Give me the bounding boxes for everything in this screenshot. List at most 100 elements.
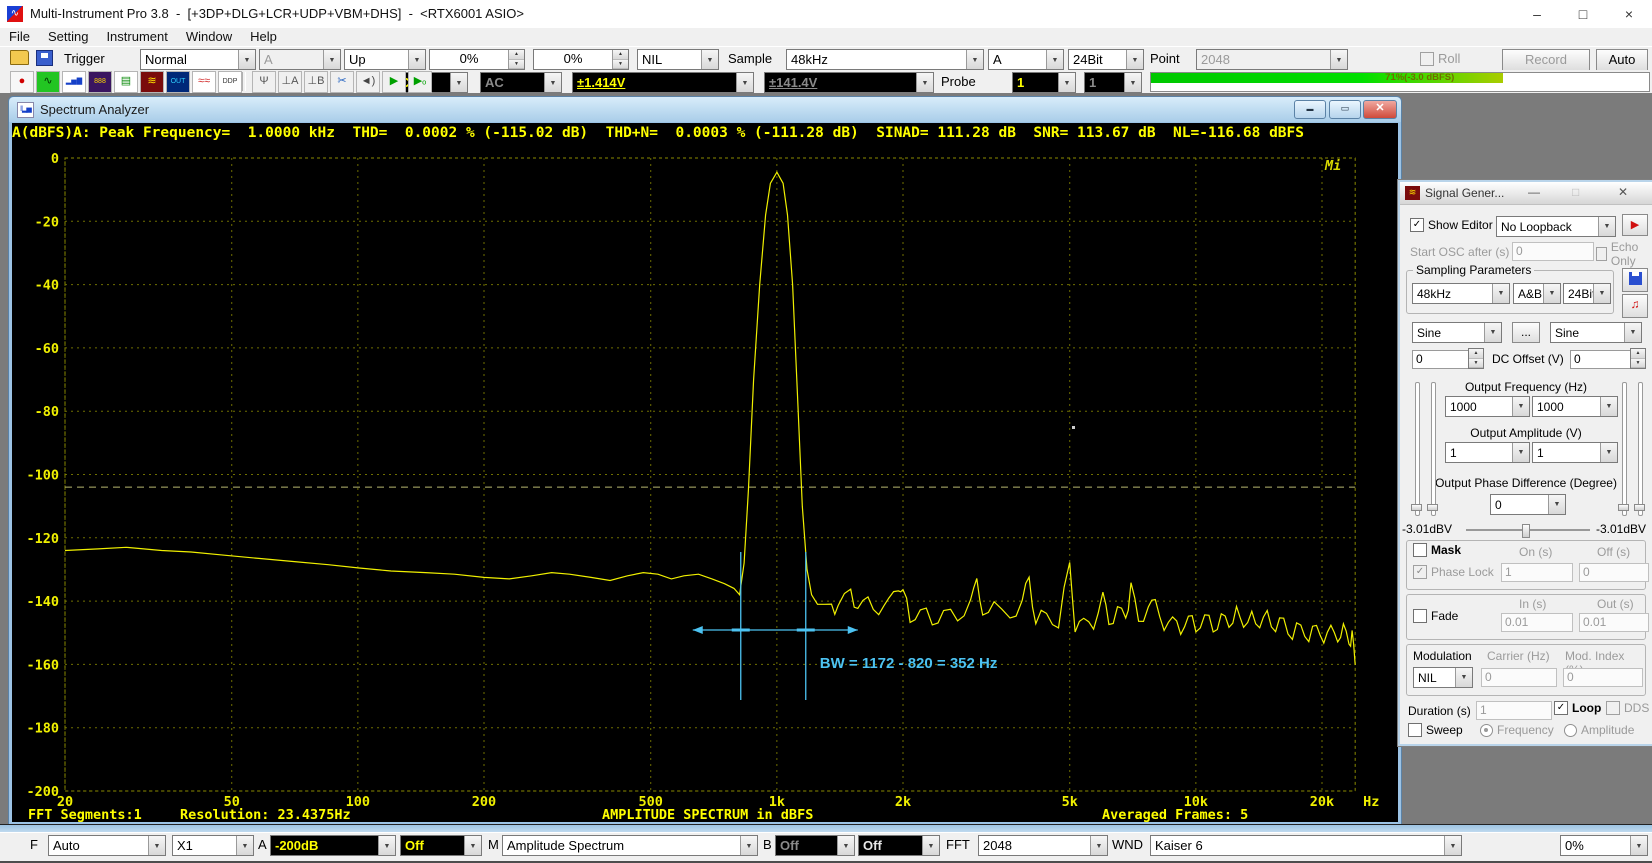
- spectrum-3d-icon[interactable]: ▤: [114, 71, 138, 93]
- loop-checkbox[interactable]: Loop: [1554, 701, 1601, 715]
- refresh-mode-combo[interactable]: Auto: [48, 835, 166, 856]
- start-osc-field: 0: [1512, 242, 1594, 261]
- amplitude-slider-b-left[interactable]: [1431, 382, 1436, 516]
- frequency-b-combo[interactable]: 1000: [1532, 396, 1618, 417]
- trigger-mode-combo[interactable]: Normal: [140, 49, 256, 70]
- multimeter-icon[interactable]: 888: [88, 71, 112, 93]
- app-close-button[interactable]: ×: [1606, 0, 1652, 28]
- sg-rate-combo[interactable]: 48kHz: [1412, 283, 1510, 304]
- amplitude-slider-a-right[interactable]: [1622, 382, 1627, 516]
- amplitude-a-combo[interactable]: 1: [1445, 442, 1530, 463]
- mask-checkbox[interactable]: Mask: [1413, 543, 1461, 557]
- balance-slider-handle[interactable]: [1522, 524, 1530, 538]
- set-zero-a-icon[interactable]: ⊥A: [278, 71, 302, 93]
- zoom-combo[interactable]: X1: [172, 835, 254, 856]
- slider-handle[interactable]: [1634, 504, 1645, 511]
- mode-label: M: [488, 837, 499, 852]
- spectrum-restore-button[interactable]: [1329, 100, 1361, 119]
- menu-instrument[interactable]: Instrument: [97, 28, 176, 46]
- display-range-a-combo[interactable]: -200dB: [270, 835, 396, 856]
- dc-a-spinner[interactable]: [1468, 348, 1484, 369]
- speaker-icon[interactable]: ◄): [356, 71, 380, 93]
- amplitude-slider-a-left[interactable]: [1415, 382, 1420, 516]
- record-icon[interactable]: ●: [10, 71, 34, 93]
- sg-channels-combo[interactable]: A&B: [1513, 283, 1561, 304]
- run-loop-icon[interactable]: ▶ₒ: [408, 71, 432, 93]
- spectrum-window-titlebar[interactable]: ‖▂▅ Spectrum Analyzer: [9, 97, 1401, 122]
- save-icon[interactable]: [36, 50, 53, 66]
- trigger-edge-combo[interactable]: Up: [344, 49, 426, 70]
- waveform-more-button[interactable]: ...: [1512, 322, 1540, 343]
- menu-file[interactable]: File: [0, 28, 39, 46]
- sg-run-button[interactable]: ▶: [1622, 214, 1648, 236]
- spectrum-minimize-button[interactable]: [1294, 100, 1326, 119]
- signal-generator-icon[interactable]: ≋: [140, 71, 164, 93]
- fft-size-combo[interactable]: 2048: [978, 835, 1108, 856]
- sweep-amplitude-radio: Amplitude: [1564, 723, 1634, 737]
- slider-handle[interactable]: [1618, 504, 1629, 511]
- spectrum-analyzer-icon[interactable]: ▂▅▇: [62, 71, 86, 93]
- dropdown-arrow-icon: [1548, 495, 1565, 514]
- trigger-coupling-combo[interactable]: NIL: [637, 49, 719, 70]
- loopback-combo[interactable]: No Loopback: [1496, 216, 1616, 237]
- phase-combo[interactable]: 0: [1490, 494, 1566, 515]
- ddp-viewer-icon[interactable]: DDP: [218, 71, 242, 93]
- signal-generator-titlebar[interactable]: ≋ Signal Gener... — □ ✕: [1400, 182, 1652, 205]
- overlap-combo[interactable]: 0%: [1560, 835, 1648, 856]
- range-a-combo[interactable]: ±1.414V: [572, 72, 754, 93]
- sweep-frequency-radio: Frequency: [1480, 723, 1554, 737]
- app-maximize-button[interactable]: □: [1560, 0, 1606, 28]
- trigger-delay-spinner[interactable]: 0%: [533, 49, 629, 70]
- show-editor-checkbox[interactable]: Show Editor: [1410, 218, 1493, 232]
- sg-library-button[interactable]: ♫: [1622, 294, 1648, 318]
- waveform-a-combo[interactable]: Sine: [1412, 322, 1502, 343]
- device-test-plan-icon[interactable]: OUT: [166, 71, 190, 93]
- echo-only-checkbox: Echo Only: [1596, 240, 1652, 268]
- spectrum-close-button[interactable]: [1363, 100, 1397, 119]
- dropdown-arrow-icon: [1624, 323, 1641, 342]
- application-window: { "app":{"title":"Multi-Instrument Pro 3…: [0, 0, 1652, 863]
- processing-a-combo[interactable]: Off: [400, 835, 482, 856]
- auto-button[interactable]: Auto: [1596, 49, 1648, 71]
- app-minimize-button[interactable]: –: [1514, 0, 1560, 28]
- modulation-combo[interactable]: NIL: [1413, 667, 1473, 688]
- fade-checkbox[interactable]: Fade: [1413, 609, 1458, 623]
- derived-data-curve-icon[interactable]: ≈≈: [192, 71, 216, 93]
- amplitude-b-combo[interactable]: 1: [1532, 442, 1618, 463]
- set-zero-b-icon[interactable]: ⊥B: [304, 71, 328, 93]
- slider-handle[interactable]: [1427, 504, 1438, 511]
- amplitude-slider-b-right[interactable]: [1638, 382, 1643, 516]
- spectrum-mode-combo[interactable]: Amplitude Spectrum: [502, 835, 758, 856]
- menu-help[interactable]: Help: [241, 28, 286, 46]
- probe-a-combo[interactable]: 1: [1012, 72, 1076, 93]
- sample-bits-combo[interactable]: 24Bit: [1068, 49, 1144, 70]
- calibration-probe-icon[interactable]: ✂: [330, 71, 354, 93]
- oscilloscope-icon[interactable]: ∿: [36, 71, 60, 93]
- sg-bits-combo[interactable]: 24Bit: [1563, 283, 1611, 304]
- dc-offset-b-field[interactable]: 0: [1570, 350, 1634, 369]
- window-function-combo[interactable]: Kaiser 6: [1150, 835, 1462, 856]
- frequency-a-combo[interactable]: 1000: [1445, 396, 1530, 417]
- sample-rate-combo[interactable]: 48kHz: [786, 49, 984, 70]
- sg-minimize-button[interactable]: —: [1528, 185, 1540, 199]
- open-file-icon[interactable]: [10, 50, 29, 65]
- menu-setting[interactable]: Setting: [39, 28, 97, 46]
- run-icon[interactable]: ▶: [382, 71, 406, 93]
- dc-b-spinner[interactable]: [1630, 348, 1646, 369]
- trigger-level-spinner[interactable]: 0%: [429, 49, 525, 70]
- dc-offset-a-field[interactable]: 0: [1412, 350, 1472, 369]
- processing-b-combo[interactable]: Off: [858, 835, 940, 856]
- slider-handle[interactable]: [1411, 504, 1422, 511]
- sg-restore-button: □: [1572, 185, 1579, 199]
- signal-generator-panel: ≋ Signal Gener... — □ ✕ Show Editor No L…: [1398, 180, 1652, 746]
- waveform-b-combo[interactable]: Sine: [1550, 322, 1642, 343]
- menu-window[interactable]: Window: [177, 28, 241, 46]
- sample-channel-combo[interactable]: A: [988, 49, 1064, 70]
- microphone-icon[interactable]: Ψ: [252, 71, 276, 93]
- sg-save-button[interactable]: [1622, 268, 1648, 292]
- y-tick-label: -60: [35, 341, 59, 357]
- sweep-checkbox[interactable]: Sweep: [1408, 723, 1463, 737]
- y-tick-label: -160: [26, 657, 59, 673]
- sg-close-button[interactable]: ✕: [1618, 185, 1628, 199]
- dropdown-arrow-icon: [544, 73, 561, 92]
